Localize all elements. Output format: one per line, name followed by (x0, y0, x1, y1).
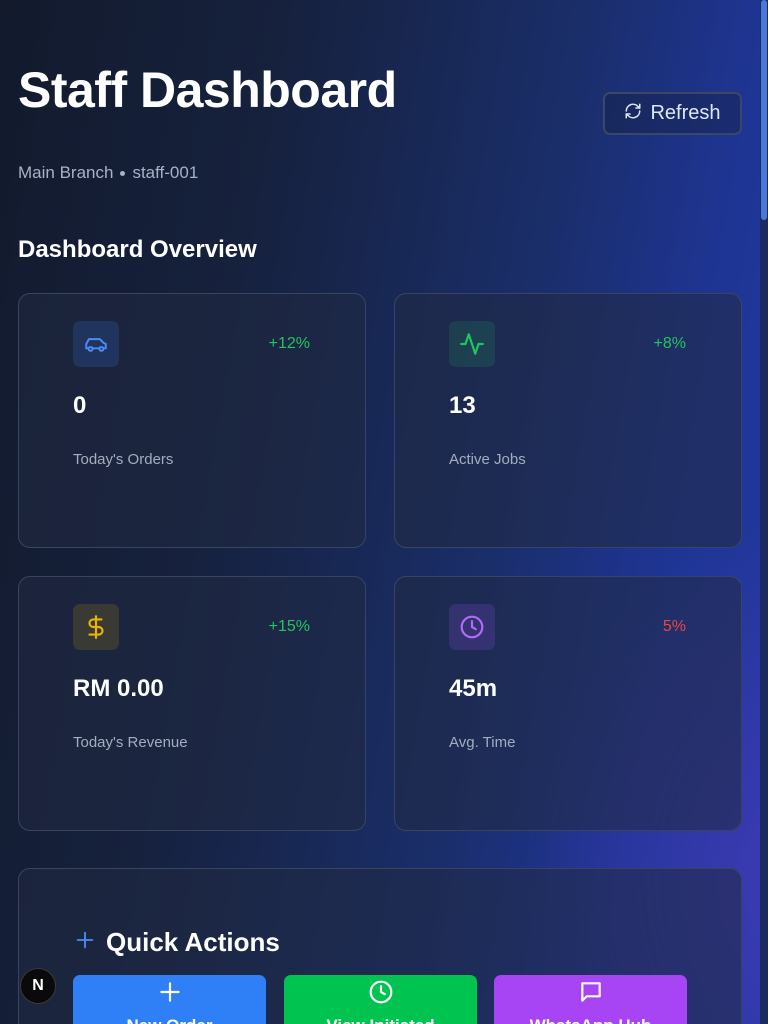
activity-icon (449, 321, 495, 367)
stat-label: Active Jobs (449, 451, 526, 468)
clock-icon (449, 604, 495, 650)
button-label: View Initiated (326, 1016, 434, 1024)
stat-label: Avg. Time (449, 734, 516, 751)
car-icon (73, 321, 119, 367)
staff-id: staff-001 (132, 163, 199, 182)
stat-value: 0 (73, 392, 87, 419)
change-badge: 5% (662, 618, 686, 635)
change-badge: +15% (268, 618, 310, 635)
branch-info: Main Branch staff-001 (18, 163, 198, 183)
separator-dot (120, 170, 126, 176)
quick-actions-panel: Quick Actions New Order View Initiated (18, 868, 742, 1024)
quick-actions-heading: Quick Actions (74, 927, 280, 958)
dollar-icon (73, 604, 119, 650)
view-initiated-button[interactable]: View Initiated (284, 975, 477, 1024)
stat-value: 45m (449, 675, 498, 702)
page-scrollbar[interactable] (760, 0, 768, 1024)
scrollbar-thumb[interactable] (761, 0, 767, 220)
change-badge: +8% (653, 335, 686, 352)
whatsapp-hub-button[interactable]: WhatsApp Hub (494, 975, 687, 1024)
button-label: WhatsApp Hub (530, 1016, 652, 1024)
refresh-icon (624, 102, 642, 126)
message-icon (578, 979, 604, 1010)
clock-icon (368, 979, 394, 1010)
stat-label: Today's Orders (73, 451, 174, 468)
refresh-button[interactable]: Refresh (603, 92, 742, 135)
stat-card-revenue: +15% RM 0.00 Today's Revenue (18, 576, 366, 831)
stat-card-orders: +12% 0 Today's Orders (18, 293, 366, 548)
overview-title: Dashboard Overview (18, 236, 257, 263)
stat-value: 13 (449, 392, 476, 419)
page-title: Staff Dashboard (18, 62, 397, 118)
stat-label: Today's Revenue (73, 734, 188, 751)
quick-actions-title: Quick Actions (106, 927, 280, 957)
plus-icon (74, 927, 96, 958)
stat-value: RM 0.00 (73, 675, 164, 702)
stat-card-active-jobs: +8% 13 Active Jobs (394, 293, 742, 548)
staff-dashboard-page: Staff Dashboard Refresh Main Branch staf… (0, 0, 760, 1024)
dev-indicator-badge[interactable]: N (20, 968, 56, 1004)
new-order-button[interactable]: New Order (73, 975, 266, 1024)
plus-icon (157, 979, 183, 1010)
stat-card-avg-time: 5% 45m Avg. Time (394, 576, 742, 831)
change-badge: +12% (268, 335, 310, 352)
button-label: New Order (127, 1016, 213, 1024)
refresh-label: Refresh (650, 102, 721, 124)
branch-name: Main Branch (18, 163, 114, 182)
